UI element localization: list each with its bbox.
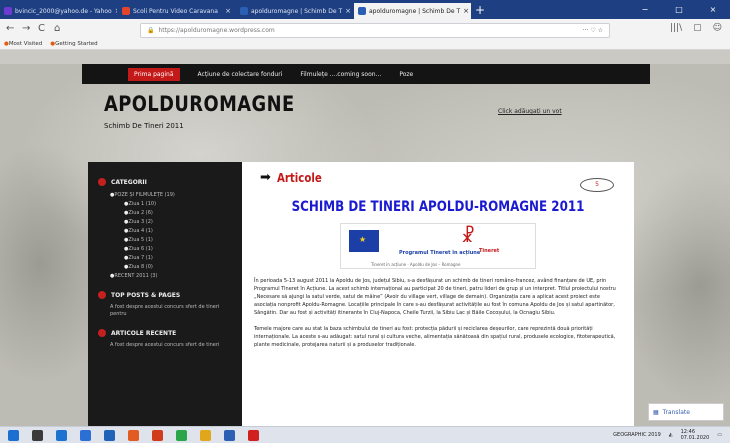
top-posts-item[interactable]: A fost despre acestui concurs sfert de t… bbox=[110, 304, 230, 317]
site-title[interactable]: APOLDUROMAGNE bbox=[104, 92, 295, 116]
tab-label: apolduromagne | Schimb De T bbox=[369, 7, 461, 15]
paint-icon[interactable] bbox=[200, 429, 211, 441]
pdf-icon[interactable] bbox=[248, 429, 259, 441]
top-posts-title: TOP POSTS & PAGES bbox=[98, 291, 232, 299]
categories-list: POZE ȘI FILMULEȚE (19) Ziua 1 (10) Ziua … bbox=[98, 192, 232, 279]
category-item[interactable]: Ziua 3 (2) bbox=[124, 219, 232, 225]
comment-bubble-icon[interactable]: 5 bbox=[580, 178, 614, 192]
site-nav-menu: Prima pagină Acțiune de colectare fondur… bbox=[82, 64, 650, 84]
eu-flag-icon bbox=[349, 230, 379, 252]
category-item[interactable]: Ziua 7 (1) bbox=[124, 255, 232, 261]
reload-button[interactable]: C bbox=[38, 23, 45, 34]
account-icon[interactable]: ☺ bbox=[713, 23, 722, 33]
category-item[interactable]: Ziua 8 (0) bbox=[124, 264, 232, 270]
firefox-icon[interactable] bbox=[128, 429, 139, 441]
translate-widget[interactable]: ▦ Translate bbox=[648, 403, 724, 421]
browser-nav-bar: ← → C ⌂ 🔒 https://apolduromagne.wordpres… bbox=[0, 19, 730, 50]
yahoo-mail-icon bbox=[4, 7, 12, 15]
section-heading: ➡ Articole bbox=[260, 170, 622, 185]
windows-start-icon[interactable] bbox=[8, 429, 19, 441]
bookmarks-bar: Most Visited Getting Started bbox=[4, 41, 98, 47]
sidebar: CATEGORII POZE ȘI FILMULEȚE (19) Ziua 1 … bbox=[88, 162, 242, 426]
recent-posts-item[interactable]: A fost despre acestui concurs sfert de t… bbox=[110, 342, 230, 349]
banner-program: Programul Tineret în acțiune bbox=[399, 250, 481, 256]
language-indicator[interactable]: GEOGRAPHIC 2019 bbox=[613, 432, 661, 438]
banner-subtitle: Tineret în acțiune · Apoldu de Jos – Rom… bbox=[371, 262, 461, 267]
header-link[interactable]: Click adăugați un vot bbox=[498, 108, 562, 115]
categories-title: CATEGORII bbox=[98, 178, 232, 186]
wordpress-icon bbox=[240, 7, 248, 15]
banner-tineret: Tineret bbox=[479, 248, 500, 254]
people-logo-icon: ☧ bbox=[461, 226, 476, 247]
url-bar[interactable]: 🔒 https://apolduromagne.wordpress.com ··… bbox=[140, 23, 610, 38]
program-banner: ☧ Programul Tineret în acțiune Tineret T… bbox=[340, 223, 536, 269]
maximize-button[interactable]: □ bbox=[662, 0, 696, 19]
close-window-button[interactable]: × bbox=[696, 0, 730, 19]
word-icon[interactable] bbox=[224, 429, 235, 441]
mail-icon[interactable] bbox=[104, 429, 115, 441]
nav-photos[interactable]: Poze bbox=[399, 71, 413, 78]
sidebar-icon[interactable]: ▢ bbox=[693, 23, 702, 33]
browser-tab-strip: bvincic_2000@yahoo.de - Yahoo × Scoli Pe… bbox=[0, 0, 730, 19]
wordpress-icon bbox=[358, 7, 366, 15]
home-button[interactable]: ⌂ bbox=[54, 23, 60, 34]
category-item[interactable]: Ziua 6 (1) bbox=[124, 246, 232, 252]
page-actions[interactable]: ··· ♡ ☆ bbox=[583, 27, 603, 34]
chrome-icon[interactable] bbox=[176, 429, 187, 441]
clock-date: 07.01.2020 bbox=[680, 435, 710, 441]
store-icon[interactable] bbox=[80, 429, 91, 441]
tab-yahoo-mail[interactable]: bvincic_2000@yahoo.de - Yahoo × bbox=[0, 3, 117, 19]
close-tab-icon[interactable]: × bbox=[345, 7, 351, 15]
tab-label: apolduromagne | Schimb De T bbox=[251, 7, 343, 15]
category-item[interactable]: Ziua 1 (10) bbox=[124, 201, 232, 207]
translate-icon: ▦ bbox=[653, 408, 659, 416]
tab-video[interactable]: Scoli Pentru Video Caravana × bbox=[118, 3, 235, 19]
web-page: Prima pagină Acțiune de colectare fondur… bbox=[0, 50, 730, 426]
nav-fundraising[interactable]: Acțiune de colectare fonduri bbox=[198, 71, 283, 78]
new-tab-button[interactable]: + bbox=[472, 3, 488, 19]
minimize-button[interactable]: − bbox=[628, 0, 662, 19]
video-site-icon bbox=[122, 7, 130, 15]
nav-videos[interactable]: Filmulețe ....coming soon... bbox=[300, 71, 381, 78]
network-icon[interactable]: ◭ bbox=[669, 432, 673, 438]
forward-button[interactable]: → bbox=[22, 23, 30, 34]
toolbar-icons: |||\ ▢ ☺ ≡ bbox=[670, 23, 730, 33]
post-paragraph: În perioada 5-13 august 2011 la Apoldu d… bbox=[254, 278, 616, 316]
clock[interactable]: 12:46 07.01.2020 bbox=[681, 429, 710, 441]
library-icon[interactable]: |||\ bbox=[670, 23, 682, 33]
close-tab-icon[interactable]: × bbox=[463, 7, 469, 15]
bookmark-getting-started[interactable]: Getting Started bbox=[50, 41, 98, 47]
arrow-right-icon: ➡ bbox=[260, 170, 271, 185]
system-tray: GEOGRAPHIC 2019 ◭ 12:46 07.01.2020 ▭ bbox=[613, 429, 730, 441]
close-tab-icon[interactable]: × bbox=[115, 7, 117, 15]
notifications-icon[interactable]: ▭ bbox=[717, 432, 722, 438]
task-view-icon[interactable] bbox=[32, 429, 43, 441]
taskbar: GEOGRAPHIC 2019 ◭ 12:46 07.01.2020 ▭ bbox=[0, 426, 730, 443]
lock-icon: 🔒 bbox=[147, 27, 155, 34]
post-title[interactable]: SCHIMB DE TINERI APOLDU-ROMAGNE 2011 bbox=[282, 199, 595, 215]
site-tagline: Schimb De Tineri 2011 bbox=[104, 122, 184, 130]
edge-icon[interactable] bbox=[56, 429, 67, 441]
tab-label: Scoli Pentru Video Caravana bbox=[133, 7, 218, 15]
category-item[interactable]: Ziua 4 (1) bbox=[124, 228, 232, 234]
office-icon[interactable] bbox=[152, 429, 163, 441]
url-text: https://apolduromagne.wordpress.com bbox=[158, 27, 275, 34]
close-tab-icon[interactable]: × bbox=[225, 7, 231, 15]
bookmark-most-visited[interactable]: Most Visited bbox=[4, 41, 42, 47]
post-paragraph: Temele majore care au stat la baza schim… bbox=[254, 326, 616, 348]
tab-apolduromagne-1[interactable]: apolduromagne | Schimb De T × bbox=[236, 3, 353, 19]
category-item[interactable]: Ziua 2 (6) bbox=[124, 210, 232, 216]
back-button[interactable]: ← bbox=[6, 23, 14, 34]
recent-posts-title: ARTICOLE RECENTE bbox=[98, 329, 232, 337]
nav-home[interactable]: Prima pagină bbox=[128, 67, 180, 81]
category-item[interactable]: POZE ȘI FILMULEȚE (19) bbox=[110, 192, 232, 198]
tab-label: bvincic_2000@yahoo.de - Yahoo bbox=[15, 7, 112, 15]
tab-apolduromagne-active[interactable]: apolduromagne | Schimb De T × bbox=[354, 3, 471, 19]
translate-label: Translate bbox=[662, 408, 690, 416]
section-title: Articole bbox=[276, 170, 322, 185]
window-controls: − □ × bbox=[628, 0, 730, 19]
category-item[interactable]: RECENT 2011 (3) bbox=[110, 273, 232, 279]
category-item[interactable]: Ziua 5 (1) bbox=[124, 237, 232, 243]
main-content: ➡ Articole 5 SCHIMB DE TINERI APOLDU-ROM… bbox=[242, 162, 634, 426]
